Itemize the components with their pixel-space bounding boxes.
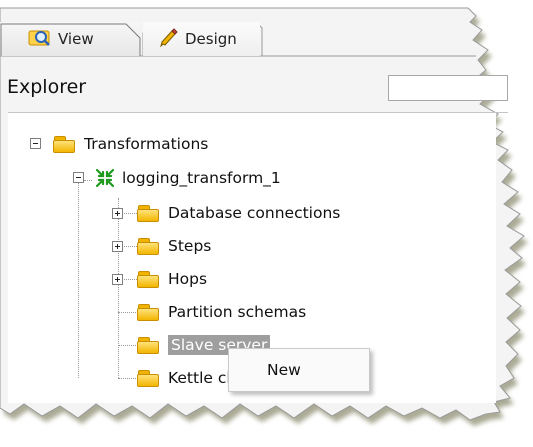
explorer-divider [8, 112, 508, 113]
tree-item-database-connections[interactable]: Database connections [137, 201, 340, 225]
pencil-icon [159, 27, 179, 51]
tree-item-label: Database connections [168, 204, 341, 222]
collapse-toggle[interactable] [73, 172, 84, 183]
menu-item-new[interactable]: New [229, 349, 369, 391]
tree-item-label: Hops [168, 270, 208, 288]
folder-icon [137, 369, 160, 387]
folder-icon [137, 270, 160, 288]
tree-item-hops[interactable]: Hops [137, 267, 207, 291]
tree-connector [118, 312, 138, 313]
folder-icon [137, 336, 160, 354]
tree-connector [118, 378, 138, 379]
tree-item-transform[interactable]: logging_transform_1 [95, 166, 281, 190]
tab-view[interactable]: View [0, 22, 140, 56]
tree-item-label: logging_transform_1 [122, 169, 281, 187]
context-menu: New [228, 348, 370, 392]
tree-item-transformations[interactable]: Transformations [53, 132, 208, 156]
tab-view-label: View [58, 30, 94, 48]
tree-item-partition-schemas[interactable]: Partition schemas [137, 300, 306, 324]
explorer-screenshot: View Design Explorer Transformations log… [0, 0, 533, 447]
folder-icon [137, 303, 160, 321]
explorer-search-input[interactable] [388, 75, 508, 101]
tree-item-label: Partition schemas [168, 303, 307, 321]
expand-toggle[interactable] [112, 241, 123, 252]
tree-item-label: Steps [168, 237, 212, 255]
transformation-icon [95, 168, 115, 188]
expand-toggle[interactable] [112, 208, 123, 219]
folder-icon [137, 204, 160, 222]
expand-toggle[interactable] [112, 274, 123, 285]
tree-connector-vertical [118, 198, 119, 378]
tree-connector [84, 180, 92, 181]
tree-item-steps[interactable]: Steps [137, 234, 211, 258]
tree-connector [121, 279, 137, 280]
explorer-title: Explorer [7, 76, 87, 98]
tree-connector-vertical [78, 178, 79, 378]
tree-connector [121, 246, 137, 247]
folder-icon [53, 135, 76, 153]
tab-design[interactable]: Design [143, 22, 260, 56]
tree-item-label: Transformations [84, 135, 209, 153]
tree-connector [121, 213, 137, 214]
view-icon [28, 27, 52, 51]
tab-design-label: Design [185, 30, 237, 48]
tree-connector [118, 345, 138, 346]
folder-icon [137, 237, 160, 255]
collapse-toggle[interactable] [30, 138, 41, 149]
